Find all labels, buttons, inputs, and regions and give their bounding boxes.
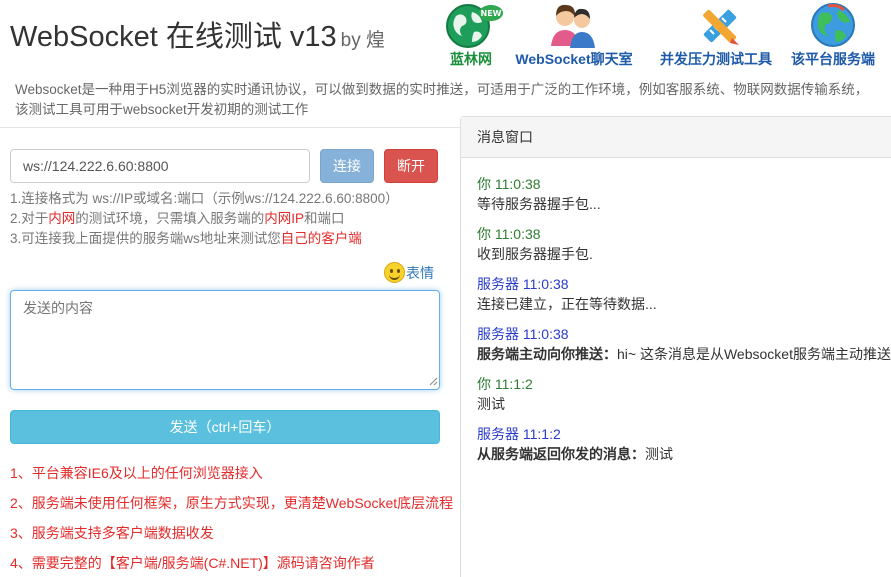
tip-2-part: 2.对于: [10, 211, 49, 226]
message-sender: 你 11:0:38: [477, 176, 541, 192]
tip-3: 3.可连接我上面提供的服务端ws地址来测试您自己的客户端: [10, 229, 399, 249]
chat-users-icon: [551, 4, 595, 48]
usage-tips: 1.连接格式为 ws://IP或域名:端口（示例ws://124.222.6.6…: [10, 189, 399, 249]
page-title: WebSocket 在线测试 v13 by 煌: [10, 13, 385, 55]
message-content: 测试: [645, 446, 673, 462]
nav-item-chatroom[interactable]: WebSocket聊天室: [508, 0, 640, 70]
nav-label: 该平台服务端: [791, 51, 875, 67]
message-item: 服务器 11:1:2 从服务端返回你发的消息：测试: [477, 424, 891, 464]
message-prefix: 从服务端返回你发的消息：: [477, 446, 645, 462]
description-line-1: Websocket是一种用于H5浏览器的实时通讯协议，可以做到数据的实时推送，可…: [15, 82, 869, 97]
divider: [0, 127, 460, 128]
feature-list: 1、平台兼容IE6及以上的任何浏览器接入 2、服务端未使用任何框架，原生方式实现…: [10, 458, 453, 577]
description: Websocket是一种用于H5浏览器的实时通讯协议，可以做到数据的实时推送，可…: [15, 80, 891, 120]
message-item: 你 11:0:38 等待服务器握手包...: [477, 174, 891, 214]
feature-item: 2、服务端未使用任何框架，原生方式实现，更清楚WebSocket底层流程: [10, 495, 454, 511]
pencil-ruler-icon: [703, 9, 739, 45]
tip-2-part: 的测试环境，只需填入服务端的: [75, 211, 265, 226]
tip-2: 2.对于内网的测试环境，只需填入服务端的内网IP和端口: [10, 209, 399, 229]
emoji-label: 表情: [406, 264, 434, 281]
tip-3-part: 3.可连接我上面提供的服务端ws地址来测试您: [10, 231, 281, 246]
message-input[interactable]: [10, 290, 440, 390]
message-sender: 你 11:1:2: [477, 376, 533, 392]
send-button[interactable]: 发送（ctrl+回车）: [10, 410, 440, 444]
message-item: 你 11:1:2 测试: [477, 374, 891, 414]
tip-1: 1.连接格式为 ws://IP或域名:端口（示例ws://124.222.6.6…: [10, 191, 399, 206]
nav-label: WebSocket聊天室: [515, 51, 633, 67]
message-sender: 服务器 11:0:38: [477, 276, 569, 292]
new-badge-text: NEW: [481, 9, 502, 18]
tip-3-highlight: 自己的客户端: [280, 231, 362, 246]
connect-button[interactable]: 连接: [320, 149, 374, 183]
nav-label: 并发压力测试工具: [660, 51, 772, 67]
message-prefix: 服务端主动向你推送：: [477, 346, 617, 362]
resize-grip-icon[interactable]: [429, 377, 438, 386]
nav-item-server[interactable]: 该平台服务端: [788, 0, 878, 70]
message-sender: 服务器 11:1:2: [477, 426, 561, 442]
message-window-title: 消息窗口: [461, 117, 891, 158]
message-content: hi~ 这条消息是从Websocket服务端主动推送: [617, 346, 891, 362]
message-list: 你 11:0:38 等待服务器握手包... 你 11:0:38 收到服务器握手包…: [461, 158, 891, 464]
author-byline: by 煌: [340, 30, 385, 51]
title-text: WebSocket 在线测试 v13: [10, 21, 337, 53]
feature-item: 4、需要完整的【客户端/服务端(C#.NET)】源码请咨询作者: [10, 555, 375, 571]
globe-new-icon: NEW: [446, 4, 503, 48]
message-text: 从服务端返回你发的消息：测试: [477, 444, 891, 464]
tip-2-part: 和端口: [304, 211, 345, 226]
tip-2-highlight: 内网IP: [264, 211, 305, 226]
message-text: 测试: [477, 396, 505, 412]
message-text: 服务端主动向你推送：hi~ 这条消息是从Websocket服务端主动推送: [477, 344, 891, 364]
emoji-button[interactable]: 表情: [384, 262, 434, 284]
message-text: 等待服务器握手包...: [477, 196, 601, 212]
globe-icon: [811, 3, 855, 47]
message-text: 收到服务器握手包.: [477, 246, 593, 262]
message-item: 服务器 11:0:38 连接已建立，正在等待数据...: [477, 274, 891, 314]
smiley-icon: [384, 262, 405, 283]
message-sender: 服务器 11:0:38: [477, 326, 569, 342]
nav-item-lanlin[interactable]: NEW 蓝林网: [440, 0, 503, 70]
message-item: 服务器 11:0:38 服务端主动向你推送：hi~ 这条消息是从Websocke…: [477, 324, 891, 364]
disconnect-button[interactable]: 断开: [384, 149, 438, 183]
tip-2-highlight: 内网: [48, 211, 76, 226]
message-item: 你 11:0:38 收到服务器握手包.: [477, 224, 891, 264]
nav-item-stress-test[interactable]: 并发压力测试工具: [658, 0, 774, 70]
message-text: 连接已建立，正在等待数据...: [477, 296, 657, 312]
message-window: 消息窗口 你 11:0:38 等待服务器握手包... 你 11:0:38 收到服…: [460, 116, 891, 577]
server-url-input[interactable]: [10, 149, 310, 183]
feature-item: 3、服务端支持多客户端数据收发: [10, 525, 214, 541]
nav-label: 蓝林网: [450, 51, 492, 67]
feature-item: 1、平台兼容IE6及以上的任何浏览器接入: [10, 465, 263, 481]
message-sender: 你 11:0:38: [477, 226, 541, 242]
